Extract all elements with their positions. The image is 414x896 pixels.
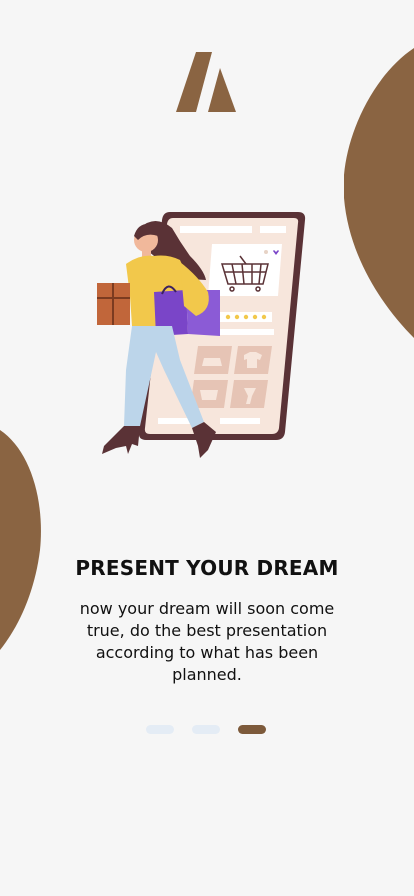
left-blob — [0, 430, 41, 650]
page-dot-1[interactable] — [146, 725, 174, 734]
onboarding-title: PRESENT YOUR DREAM — [75, 556, 339, 580]
onboarding-description: now your dream will soon come true, do t… — [79, 599, 335, 684]
page-dot-2[interactable] — [192, 725, 220, 734]
app-logo — [176, 52, 236, 112]
pagination-dots — [146, 725, 266, 735]
top-right-blob — [344, 48, 414, 338]
page-dot-3-active[interactable] — [238, 725, 266, 734]
shopping-illustration — [97, 212, 306, 458]
